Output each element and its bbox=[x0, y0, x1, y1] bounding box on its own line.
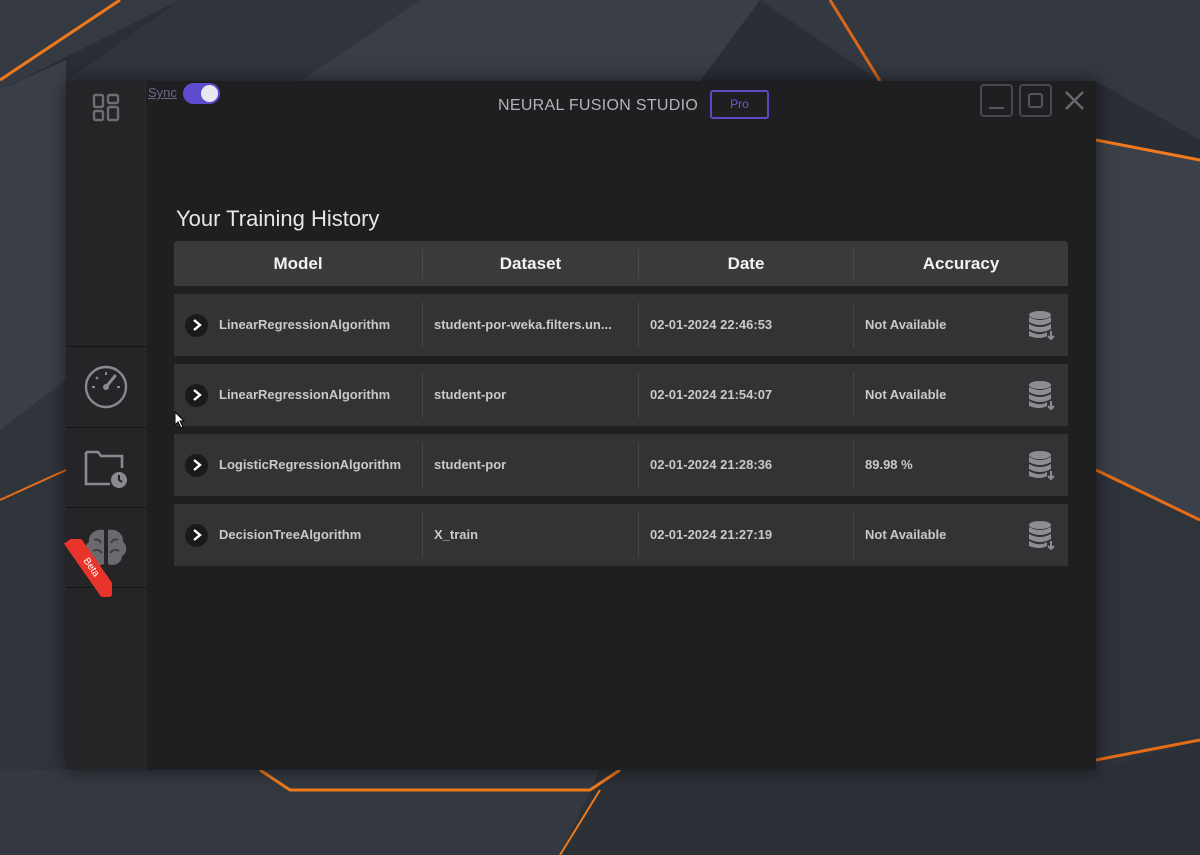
database-icon[interactable] bbox=[1028, 380, 1056, 415]
database-icon[interactable] bbox=[1028, 310, 1056, 345]
sync-label[interactable]: Sync bbox=[148, 85, 177, 100]
table-row[interactable]: LinearRegressionAlgorithm student-por 02… bbox=[174, 364, 1068, 426]
model-name: DecisionTreeAlgorithm bbox=[219, 527, 362, 542]
dataset-cell: student-por-weka.filters.un... bbox=[422, 302, 638, 348]
column-header-date[interactable]: Date bbox=[638, 248, 853, 279]
date-cell: 02-01-2024 21:28:36 bbox=[638, 442, 853, 488]
model-cell: LogisticRegressionAlgorithm bbox=[174, 442, 422, 488]
beta-ribbon: Beta bbox=[64, 539, 112, 597]
expand-row-button[interactable] bbox=[185, 523, 208, 547]
dashboard-grid-icon bbox=[92, 93, 120, 122]
beta-label: Beta bbox=[64, 539, 112, 597]
sidebar-item-dashboard[interactable] bbox=[66, 81, 146, 346]
model-cell: LinearRegressionAlgorithm bbox=[174, 372, 422, 418]
model-name: LinearRegressionAlgorithm bbox=[219, 317, 391, 332]
minimize-button[interactable] bbox=[980, 84, 1013, 117]
expand-row-button[interactable] bbox=[185, 383, 208, 407]
table-row[interactable]: DecisionTreeAlgorithm X_train 02-01-2024… bbox=[174, 504, 1068, 566]
sidebar-item-history[interactable] bbox=[66, 427, 146, 507]
model-name: LinearRegressionAlgorithm bbox=[219, 387, 391, 402]
chevron-right-icon bbox=[192, 389, 202, 401]
page-title: Your Training History bbox=[176, 206, 380, 231]
date-cell: 02-01-2024 21:27:19 bbox=[638, 512, 853, 558]
expand-row-button[interactable] bbox=[185, 313, 208, 337]
table-row[interactable]: LogisticRegressionAlgorithm student-por … bbox=[174, 434, 1068, 496]
model-name: LogisticRegressionAlgorithm bbox=[219, 457, 402, 472]
model-cell: LinearRegressionAlgorithm bbox=[174, 302, 422, 348]
maximize-button[interactable] bbox=[1019, 84, 1052, 117]
column-header-dataset[interactable]: Dataset bbox=[422, 248, 638, 279]
model-cell: DecisionTreeAlgorithm bbox=[174, 512, 422, 558]
database-icon[interactable] bbox=[1028, 450, 1056, 485]
dataset-cell: X_train bbox=[422, 512, 638, 558]
close-button[interactable] bbox=[1058, 84, 1092, 117]
folder-clock-icon bbox=[84, 450, 127, 488]
speedometer-icon bbox=[84, 365, 128, 409]
chevron-right-icon bbox=[192, 459, 202, 471]
sidebar-item-performance[interactable] bbox=[66, 346, 146, 427]
pro-badge[interactable]: Pro bbox=[710, 90, 769, 119]
training-history-table: Model Dataset Date Accuracy LinearRegres… bbox=[174, 241, 1068, 566]
app-title: NEURAL FUSION STUDIO bbox=[498, 97, 699, 114]
sidebar: Beta bbox=[64, 81, 146, 770]
sync-toggle[interactable] bbox=[183, 83, 220, 104]
database-icon[interactable] bbox=[1028, 520, 1056, 555]
mouse-cursor-icon bbox=[174, 411, 186, 429]
date-cell: 02-01-2024 22:46:53 bbox=[638, 302, 853, 348]
table-row[interactable]: LinearRegressionAlgorithm student-por-we… bbox=[174, 294, 1068, 356]
dataset-cell: student-por bbox=[422, 372, 638, 418]
table-header: Model Dataset Date Accuracy bbox=[174, 241, 1068, 286]
column-header-model[interactable]: Model bbox=[174, 249, 422, 279]
toggle-knob bbox=[201, 85, 218, 102]
chevron-right-icon bbox=[192, 319, 202, 331]
dataset-cell: student-por bbox=[422, 442, 638, 488]
chevron-right-icon bbox=[192, 529, 202, 541]
date-cell: 02-01-2024 21:54:07 bbox=[638, 372, 853, 418]
close-icon bbox=[1065, 91, 1084, 110]
column-header-accuracy[interactable]: Accuracy bbox=[853, 248, 1068, 279]
app-window: Beta Sync NEURAL FUSION STUDIO Pro Your … bbox=[64, 81, 1096, 770]
expand-row-button[interactable] bbox=[185, 453, 208, 477]
